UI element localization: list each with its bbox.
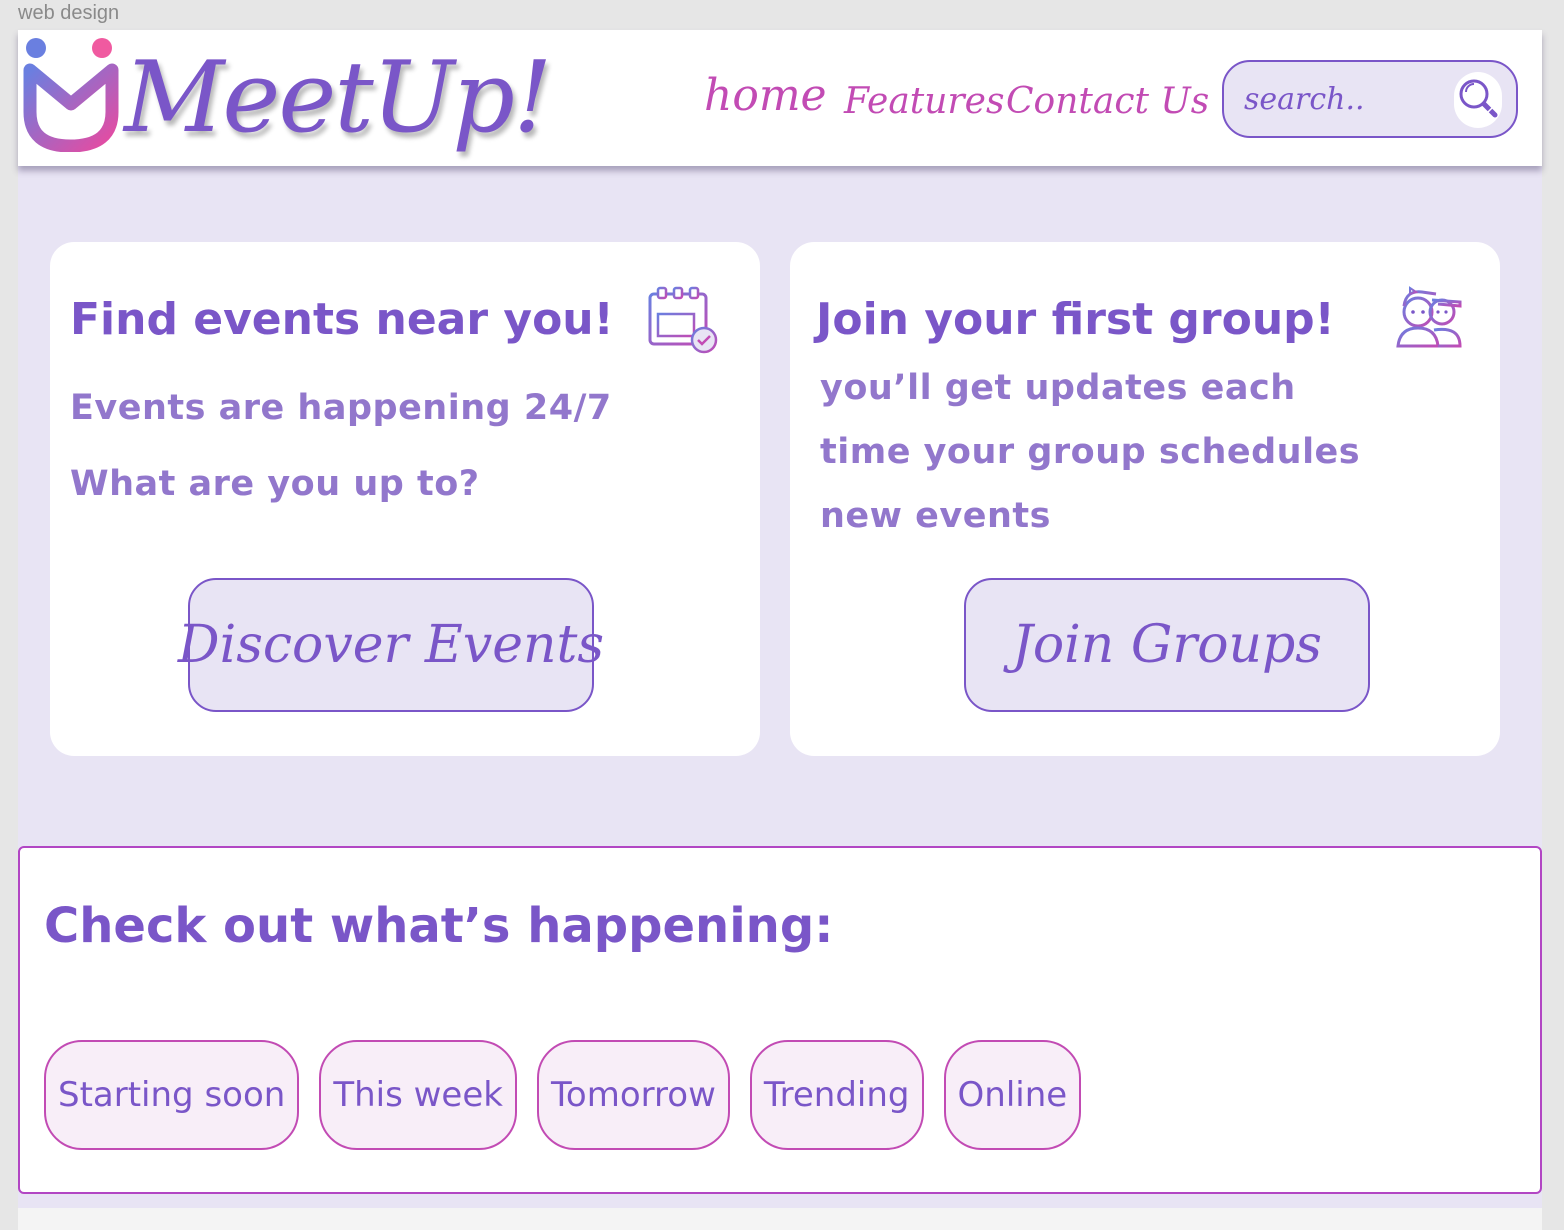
find-events-line-2: What are you up to?	[70, 464, 480, 504]
meetup-logo-icon[interactable]	[22, 34, 126, 152]
find-events-card: Find events near you! Events are happeni…	[50, 242, 760, 756]
filter-chip-row: Starting soon This week Tomorrow Trendin…	[44, 1040, 1082, 1150]
search-icon	[1459, 79, 1498, 118]
page: MeetUp! home Features Contact Us Find ev…	[18, 30, 1542, 1230]
calendar-check-icon	[648, 286, 718, 354]
join-group-card: Join your first group! you’ll get update…	[790, 242, 1500, 756]
nav-contact-us[interactable]: Contact Us	[1006, 74, 1209, 130]
filter-this-week[interactable]: This week	[319, 1040, 517, 1150]
filter-starting-soon[interactable]: Starting soon	[44, 1040, 300, 1150]
find-events-line-1: Events are happening 24/7	[70, 388, 612, 428]
nav-features[interactable]: Features	[844, 74, 1004, 130]
search-button[interactable]	[1454, 72, 1502, 128]
join-group-line-3: new events	[820, 496, 1051, 536]
nav-home[interactable]: home	[704, 68, 827, 124]
frame-label: web design	[18, 2, 120, 24]
filter-trending[interactable]: Trending	[749, 1040, 924, 1150]
filter-online[interactable]: Online	[943, 1040, 1082, 1150]
search-box	[1222, 60, 1518, 138]
join-groups-button[interactable]: Join Groups	[964, 578, 1370, 712]
find-events-title: Find events near you!	[70, 294, 614, 345]
happening-section: Check out what’s happening: Starting soo…	[18, 846, 1542, 1194]
bottom-strip	[18, 1208, 1542, 1230]
navbar: MeetUp! home Features Contact Us	[18, 30, 1542, 166]
brand-name[interactable]: MeetUp!	[124, 30, 552, 166]
join-group-title: Join your first group!	[816, 294, 1335, 345]
join-group-line-2: time your group schedules	[820, 432, 1361, 472]
happening-title: Check out what’s happening:	[44, 898, 834, 954]
join-group-line-1: you’ll get updates each	[820, 368, 1296, 408]
group-people-icon	[1396, 286, 1462, 348]
search-input[interactable]	[1244, 76, 1444, 122]
filter-tomorrow[interactable]: Tomorrow	[536, 1040, 730, 1150]
discover-events-button[interactable]: Discover Events	[178, 578, 604, 712]
